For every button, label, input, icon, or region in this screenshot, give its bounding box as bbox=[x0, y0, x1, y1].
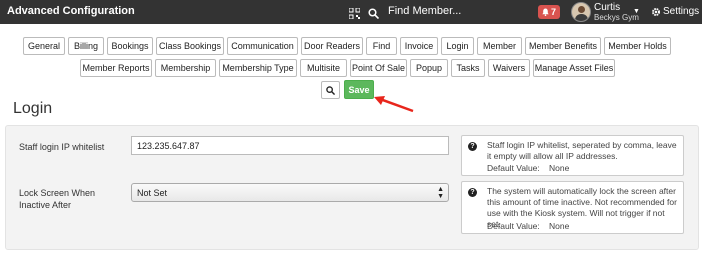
default-value-label: Default Value: bbox=[487, 163, 540, 173]
question-icon: ? bbox=[468, 142, 477, 151]
tab-billing[interactable]: Billing bbox=[68, 37, 104, 55]
tab-invoice[interactable]: Invoice bbox=[400, 37, 438, 55]
help-text: Staff login IP whitelist, seperated by c… bbox=[487, 140, 677, 161]
save-button[interactable]: Save bbox=[344, 80, 374, 99]
tab-general[interactable]: General bbox=[23, 37, 65, 55]
settings-menu[interactable]: Settings ▼ bbox=[651, 6, 702, 17]
ip-whitelist-label: Staff login IP whitelist bbox=[19, 142, 105, 152]
lock-screen-label: Lock Screen When Inactive After bbox=[19, 188, 96, 210]
search-icon bbox=[326, 85, 335, 95]
tab-door-readers[interactable]: Door Readers bbox=[301, 37, 363, 55]
tab-tasks[interactable]: Tasks bbox=[451, 59, 485, 77]
lock-screen-select[interactable]: Not Set ▲ ▼ bbox=[131, 183, 449, 202]
default-value-row: Default Value: None bbox=[487, 163, 569, 173]
settings-label: Settings bbox=[663, 6, 700, 17]
user-name[interactable]: Curtis bbox=[594, 2, 620, 13]
lock-screen-help: ? The system will automatically lock the… bbox=[461, 181, 684, 234]
question-icon: ? bbox=[468, 188, 477, 197]
chevron-down-icon[interactable]: ▼ bbox=[633, 8, 640, 15]
tab-membership[interactable]: Membership bbox=[155, 59, 216, 77]
default-value: None bbox=[549, 221, 570, 231]
tab-member-benefits[interactable]: Member Benefits bbox=[525, 37, 601, 55]
ip-whitelist-help: ? Staff login IP whitelist, seperated by… bbox=[461, 135, 684, 176]
tab-multisite[interactable]: Multisite bbox=[300, 59, 347, 77]
tab-membership-type[interactable]: Membership Type bbox=[219, 59, 297, 77]
find-member-input[interactable]: Find Member... bbox=[388, 5, 461, 17]
top-navbar: Advanced Configuration Find Member... 7 … bbox=[0, 0, 702, 24]
search-icon[interactable] bbox=[368, 6, 380, 20]
section-title: Login bbox=[13, 100, 53, 117]
select-arrows-icon: ▲ ▼ bbox=[437, 186, 444, 200]
annotation-arrow-icon bbox=[374, 96, 414, 113]
search-button[interactable] bbox=[321, 81, 340, 99]
notification-badge[interactable]: 7 bbox=[538, 5, 561, 19]
default-value-row: Default Value: None bbox=[487, 221, 569, 231]
default-value: None bbox=[549, 163, 570, 173]
tab-member[interactable]: Member bbox=[477, 37, 522, 55]
tab-point-of-sale[interactable]: Point Of Sale bbox=[350, 59, 407, 77]
tab-member-holds[interactable]: Member Holds bbox=[604, 37, 671, 55]
tab-login[interactable]: Login bbox=[441, 37, 474, 55]
bell-icon bbox=[542, 8, 549, 16]
tab-waivers[interactable]: Waivers bbox=[488, 59, 530, 77]
tab-popup[interactable]: Popup bbox=[410, 59, 448, 77]
ip-whitelist-input[interactable] bbox=[131, 136, 449, 155]
tab-bookings[interactable]: Bookings bbox=[107, 37, 153, 55]
tab-member-reports[interactable]: Member Reports bbox=[80, 59, 152, 77]
tab-manage-asset-files[interactable]: Manage Asset Files bbox=[533, 59, 615, 77]
avatar[interactable] bbox=[571, 2, 591, 22]
qr-code-icon[interactable] bbox=[348, 6, 361, 20]
tab-class-bookings[interactable]: Class Bookings bbox=[156, 37, 224, 55]
default-value-label: Default Value: bbox=[487, 221, 540, 231]
tab-communication[interactable]: Communication bbox=[227, 37, 298, 55]
app-title: Advanced Configuration bbox=[7, 5, 135, 17]
tab-find[interactable]: Find bbox=[366, 37, 397, 55]
gear-icon bbox=[652, 7, 660, 16]
select-value: Not Set bbox=[137, 188, 168, 198]
notification-count: 7 bbox=[551, 7, 557, 17]
